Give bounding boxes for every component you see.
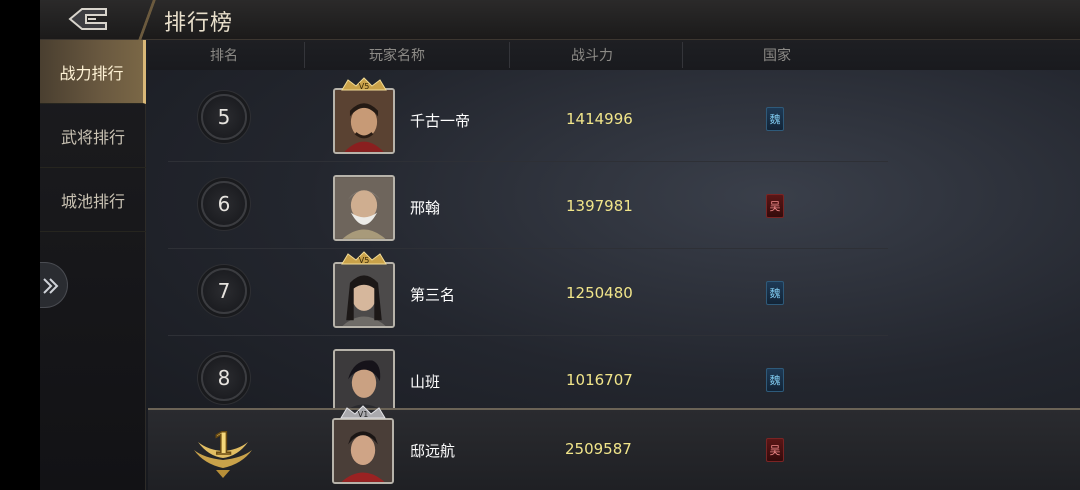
double-chevron-right-icon bbox=[43, 278, 59, 294]
scholar-portrait-icon bbox=[335, 264, 393, 326]
column-power: 战斗力 bbox=[571, 48, 613, 64]
back-button[interactable] bbox=[66, 6, 110, 32]
combat-power: 1016707 bbox=[566, 371, 633, 389]
my-avatar[interactable] bbox=[332, 418, 394, 484]
title-bar: 排行榜 bbox=[40, 0, 1080, 40]
player-name[interactable]: 邢翰 bbox=[410, 197, 440, 218]
table-row[interactable]: 5 V5 千古一帝 1414996 魏 bbox=[168, 76, 888, 162]
title-divider bbox=[138, 0, 156, 40]
my-vip-level: V1 bbox=[358, 410, 369, 419]
vip-crown-badge-icon: V5 bbox=[341, 77, 387, 91]
rank-number: 6 bbox=[201, 181, 247, 227]
combat-power: 1250480 bbox=[566, 284, 633, 302]
combat-power: 1397981 bbox=[566, 197, 633, 215]
rank-one-medal-icon: 1 bbox=[194, 426, 252, 478]
my-ranking-bar[interactable]: 1 V1 邸远航 2509587 吴 bbox=[148, 405, 1080, 490]
sidebar-expand-button[interactable] bbox=[40, 262, 68, 308]
vip-level: V5 bbox=[359, 256, 370, 265]
tab-general-ranking[interactable]: 武将排行 bbox=[40, 104, 146, 168]
header-divider bbox=[509, 42, 510, 68]
table-row[interactable]: 6 邢翰 1397981 吴 bbox=[168, 163, 888, 249]
header-divider bbox=[682, 42, 683, 68]
table-header: 排名 玩家名称 战斗力 国家 bbox=[148, 40, 1080, 70]
column-player-name: 玩家名称 bbox=[369, 48, 425, 64]
back-arrow-icon bbox=[68, 8, 107, 30]
header-divider bbox=[304, 42, 305, 68]
column-nation: 国家 bbox=[763, 48, 791, 64]
table-row[interactable]: 7 V5 第三名 1250480 魏 bbox=[168, 250, 888, 336]
ranking-screen: 排行榜 战力排行 武将排行 城池排行 排名 玩家名称 战斗力 国家 5 V5 千… bbox=[40, 0, 1080, 490]
tab-city-ranking[interactable]: 城池排行 bbox=[40, 168, 146, 232]
my-combat-power: 2509587 bbox=[565, 440, 632, 458]
nation-badge: 魏 bbox=[766, 107, 784, 131]
warrior-portrait-icon bbox=[335, 90, 393, 152]
nation-badge: 吴 bbox=[766, 194, 784, 218]
my-rank: 1 bbox=[213, 427, 234, 462]
combat-power: 1414996 bbox=[566, 110, 633, 128]
vip-level: V5 bbox=[359, 82, 370, 91]
player-avatar[interactable] bbox=[333, 262, 395, 328]
tab-power-ranking[interactable]: 战力排行 bbox=[40, 40, 146, 104]
nation-badge: 魏 bbox=[766, 368, 784, 392]
my-player-name: 邸远航 bbox=[410, 442, 456, 460]
player-avatar[interactable] bbox=[333, 175, 395, 241]
my-nation-badge: 吴 bbox=[766, 438, 784, 462]
elder-portrait-icon bbox=[335, 177, 393, 239]
vip-crown-badge-icon: V1 bbox=[340, 405, 386, 419]
player-name[interactable]: 第三名 bbox=[410, 284, 455, 305]
rank-number: 5 bbox=[201, 94, 247, 140]
rank-number: 7 bbox=[201, 268, 247, 314]
page-title: 排行榜 bbox=[164, 11, 234, 36]
general-portrait-icon bbox=[334, 420, 392, 482]
player-name[interactable]: 千古一帝 bbox=[410, 110, 470, 131]
nation-badge: 魏 bbox=[766, 281, 784, 305]
rank-number: 8 bbox=[201, 355, 247, 401]
column-rank: 排名 bbox=[210, 48, 238, 64]
vip-crown-badge-icon: V5 bbox=[341, 251, 387, 265]
player-avatar[interactable] bbox=[333, 88, 395, 154]
player-name[interactable]: 山班 bbox=[410, 371, 440, 392]
